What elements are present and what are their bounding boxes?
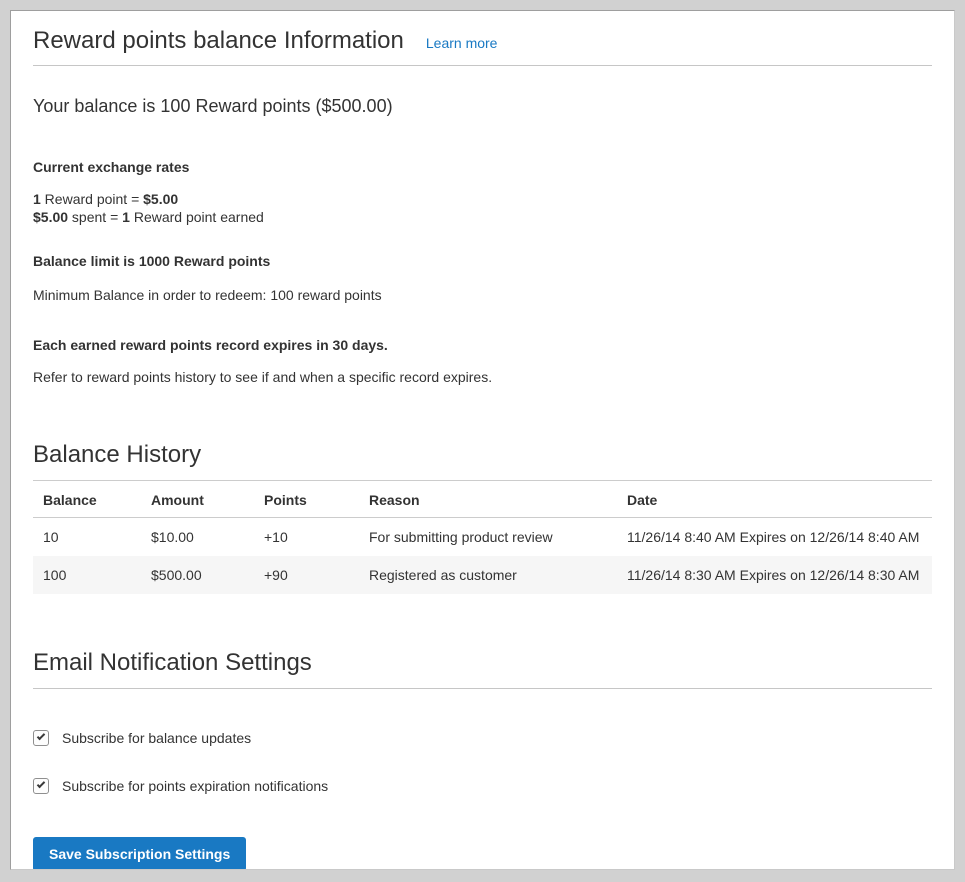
rate-1-text: Reward point = (41, 191, 143, 207)
cell-reason: For submitting product review (359, 518, 617, 557)
cell-balance: 100 (33, 556, 141, 594)
learn-more-link[interactable]: Learn more (426, 35, 498, 51)
rate-line-2: $5.00 spent = 1 Reward point earned (33, 208, 932, 226)
table-row: 10 $10.00 +10 For submitting product rev… (33, 518, 932, 557)
panel-header: Reward points balance Information Learn … (33, 25, 932, 66)
expiry-note-text: Refer to reward points history to see if… (33, 368, 932, 386)
balance-updates-label[interactable]: Subscribe for balance updates (62, 729, 251, 747)
cell-reason: Registered as customer (359, 556, 617, 594)
balance-limit-text: Balance limit is 1000 Reward points (33, 252, 932, 270)
column-header-reason: Reason (359, 481, 617, 518)
balance-updates-checkbox[interactable] (33, 730, 49, 746)
column-header-balance: Balance (33, 481, 141, 518)
points-expiration-label[interactable]: Subscribe for points expiration notifica… (62, 777, 328, 795)
column-header-date: Date (617, 481, 932, 518)
save-subscription-settings-button[interactable]: Save Subscription Settings (33, 837, 246, 870)
cell-amount: $500.00 (141, 556, 254, 594)
cell-date: 11/26/14 8:40 AM Expires on 12/26/14 8:4… (617, 518, 932, 557)
rate-2-amount: $5.00 (33, 209, 68, 225)
cell-points: +10 (254, 518, 359, 557)
minimum-balance-text: Minimum Balance in order to redeem: 100 … (33, 286, 932, 304)
table-header: Balance Amount Points Reason Date (33, 481, 932, 518)
cell-balance: 10 (33, 518, 141, 557)
exchange-rates: 1 Reward point = $5.00 $5.00 spent = 1 R… (33, 190, 932, 226)
table-header-row: Balance Amount Points Reason Date (33, 481, 932, 518)
reward-points-panel: Reward points balance Information Learn … (10, 10, 955, 870)
table-row: 100 $500.00 +90 Registered as customer 1… (33, 556, 932, 594)
checkmark-icon (37, 732, 45, 740)
points-expiration-checkbox[interactable] (33, 778, 49, 794)
rate-line-1: 1 Reward point = $5.00 (33, 190, 932, 208)
balance-history-title: Balance History (33, 440, 932, 480)
cell-date: 11/26/14 8:30 AM Expires on 12/26/14 8:3… (617, 556, 932, 594)
exchange-rates-heading: Current exchange rates (33, 158, 932, 176)
balance-updates-option: Subscribe for balance updates (33, 729, 932, 747)
page-background: Reward points balance Information Learn … (0, 0, 965, 882)
balance-summary: Your balance is 100 Reward points ($500.… (33, 94, 932, 118)
rate-2-value: 1 (122, 209, 130, 225)
rate-1-amount: $5.00 (143, 191, 178, 207)
expiry-text: Each earned reward points record expires… (33, 336, 932, 354)
rate-1-value: 1 (33, 191, 41, 207)
rate-2-text: spent = (68, 209, 122, 225)
page-title: Reward points balance Information (33, 25, 404, 56)
cell-amount: $10.00 (141, 518, 254, 557)
balance-history-table: Balance Amount Points Reason Date 10 $10… (33, 480, 932, 594)
email-settings-title: Email Notification Settings (33, 648, 932, 689)
cell-points: +90 (254, 556, 359, 594)
column-header-amount: Amount (141, 481, 254, 518)
points-expiration-option: Subscribe for points expiration notifica… (33, 777, 932, 795)
rate-2-tail: Reward point earned (130, 209, 264, 225)
checkmark-icon (37, 780, 45, 788)
column-header-points: Points (254, 481, 359, 518)
